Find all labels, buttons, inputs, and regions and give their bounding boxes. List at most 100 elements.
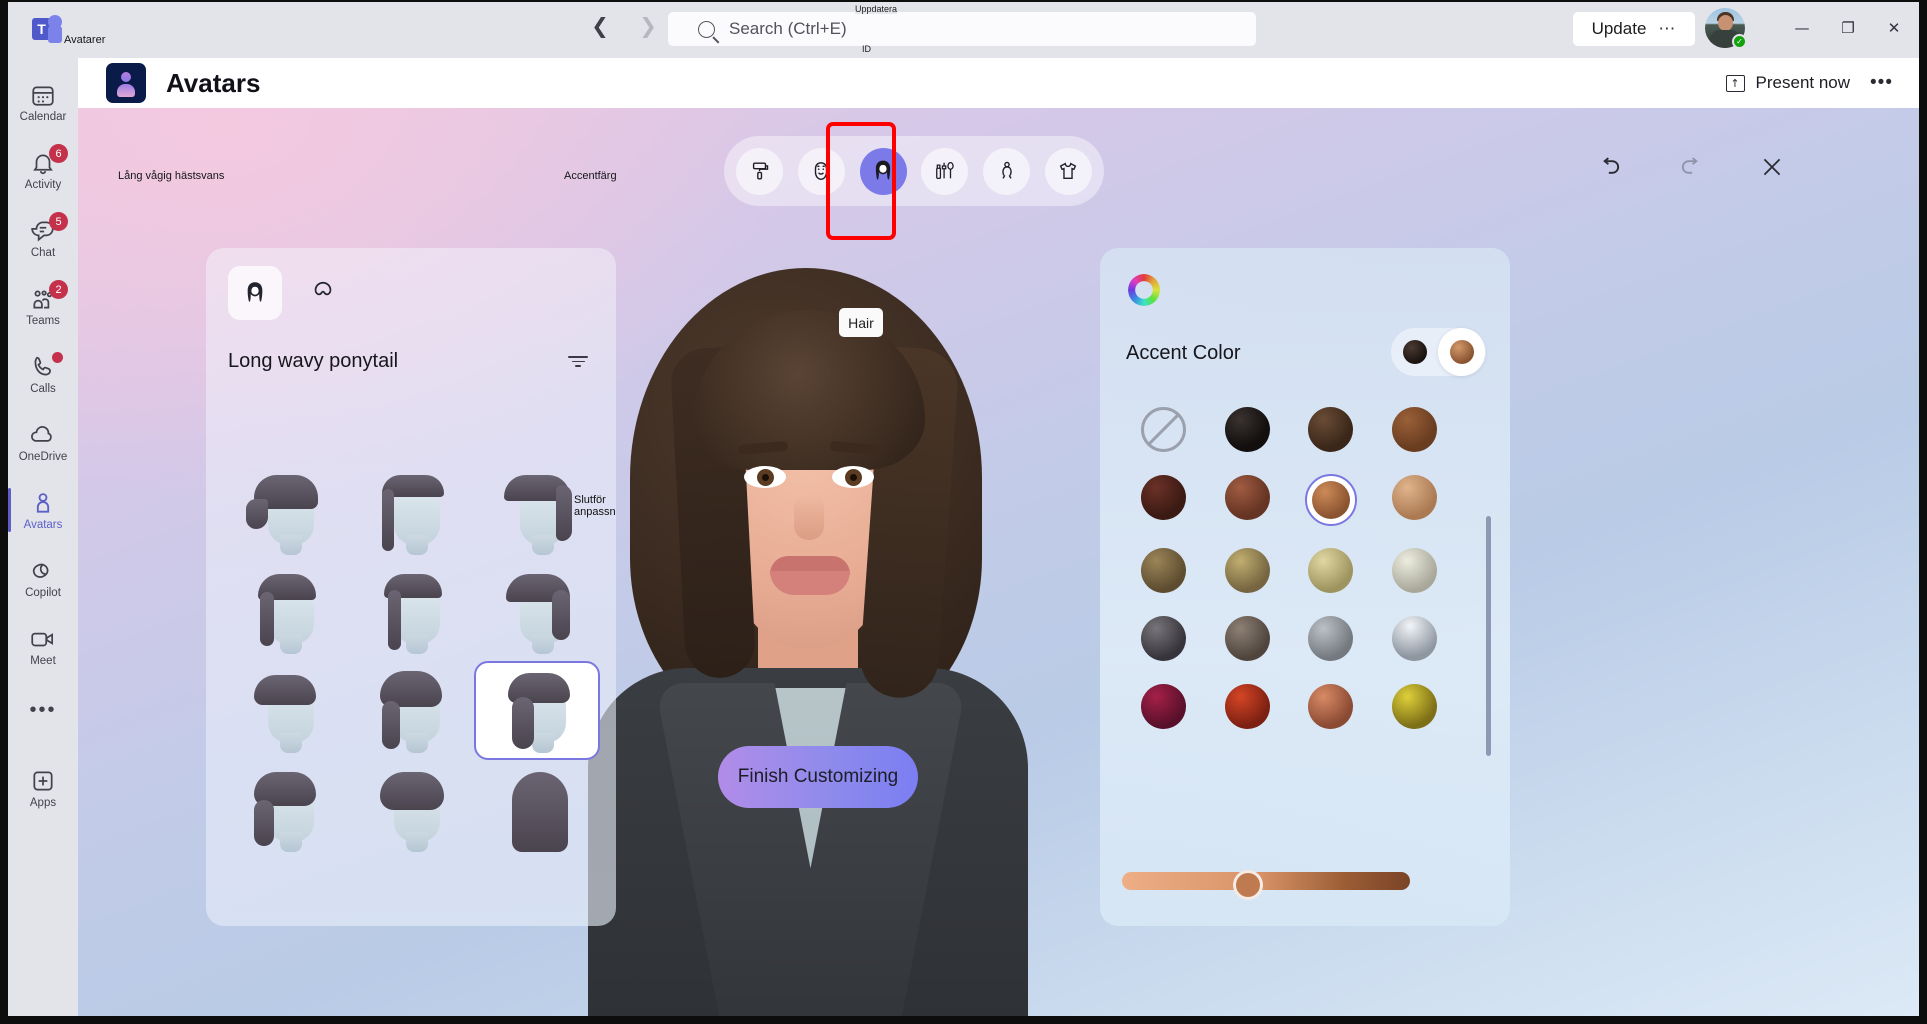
overlay-label-left: Lång vågig hästsvans bbox=[118, 170, 225, 182]
sidebar-item-label: OneDrive bbox=[18, 450, 68, 463]
tab-makeup[interactable] bbox=[921, 147, 969, 195]
list-item-selected[interactable] bbox=[474, 661, 600, 760]
sidebar-item-calendar[interactable]: Calendar bbox=[8, 68, 78, 136]
swatch-light-brown[interactable] bbox=[1380, 474, 1448, 521]
color-wheel-icon[interactable] bbox=[1128, 274, 1160, 306]
accent-color-panel: Accent Color bbox=[1100, 248, 1510, 926]
present-now-button[interactable]: ↑ Present now bbox=[1725, 73, 1850, 93]
finish-customizing-button[interactable]: Finish Customizing bbox=[718, 746, 918, 808]
list-item[interactable] bbox=[222, 364, 348, 386]
cloud-icon bbox=[31, 425, 52, 442]
swatch-dark-blonde[interactable] bbox=[1130, 547, 1198, 594]
tab-background[interactable] bbox=[736, 147, 783, 195]
swatch-silver[interactable] bbox=[1380, 615, 1448, 662]
swatch-red[interactable] bbox=[1213, 683, 1281, 730]
swatch-burgundy[interactable] bbox=[1130, 683, 1198, 730]
swatch-none[interactable] bbox=[1130, 406, 1198, 453]
swatch-light-blonde[interactable] bbox=[1297, 547, 1365, 594]
list-item[interactable] bbox=[474, 562, 600, 661]
shade-slider[interactable] bbox=[1122, 872, 1410, 890]
swatch-dark-brown[interactable] bbox=[1297, 406, 1365, 453]
sidebar-item-label: Calls bbox=[30, 382, 56, 395]
swatch-medium-brown-selected[interactable] bbox=[1304, 474, 1357, 526]
sidebar-item-chat[interactable]: 5 Chat bbox=[8, 204, 78, 272]
swatch-platinum[interactable] bbox=[1380, 547, 1448, 594]
close-icon bbox=[1763, 158, 1781, 176]
header-more-button[interactable]: ••• bbox=[1870, 72, 1899, 94]
person-icon bbox=[36, 492, 50, 513]
close-icon[interactable]: ✕ bbox=[1871, 8, 1917, 48]
header-actions: ↑ Present now ••• bbox=[1725, 58, 1899, 108]
list-item[interactable] bbox=[348, 760, 474, 859]
tab-hairstyle[interactable] bbox=[228, 266, 282, 320]
sidebar-item-avatars[interactable]: Avatars bbox=[8, 476, 78, 544]
sidebar-item-apps[interactable]: Apps bbox=[8, 754, 78, 822]
swatch-gold[interactable] bbox=[1380, 683, 1448, 730]
status-badge-dot bbox=[52, 352, 63, 363]
sidebar-more-button[interactable]: ••• bbox=[8, 680, 78, 740]
list-item[interactable] bbox=[222, 760, 348, 859]
body-icon bbox=[1001, 161, 1012, 179]
stage-actions bbox=[1593, 150, 1789, 184]
undo-button[interactable] bbox=[1593, 150, 1627, 184]
undo-icon bbox=[1603, 157, 1620, 174]
list-item[interactable] bbox=[222, 463, 348, 562]
sidebar-item-copilot[interactable]: Copilot bbox=[8, 544, 78, 612]
sidebar-item-label: Avatars bbox=[23, 518, 63, 531]
search-input[interactable]: Search (Ctrl+E) bbox=[668, 12, 1256, 46]
sidebar-item-onedrive[interactable]: OneDrive bbox=[8, 408, 78, 476]
accent-color-scrollbar[interactable] bbox=[1486, 516, 1491, 756]
close-customizer-button[interactable] bbox=[1755, 150, 1789, 184]
list-item[interactable] bbox=[348, 364, 474, 386]
toggle-accent-color[interactable] bbox=[1438, 328, 1485, 376]
list-item[interactable] bbox=[222, 661, 348, 760]
search-placeholder: Search (Ctrl+E) bbox=[729, 19, 847, 38]
tab-clothing[interactable] bbox=[1044, 147, 1092, 195]
nav-arrows: ❮ ❯ bbox=[586, 12, 662, 40]
swatch-copper[interactable] bbox=[1297, 683, 1365, 730]
restore-icon[interactable]: ❐ bbox=[1825, 8, 1871, 48]
share-screen-icon: ↑ bbox=[1725, 74, 1745, 92]
avatar-preview[interactable] bbox=[588, 238, 1028, 1016]
sidebar-item-label: Activity bbox=[24, 178, 62, 191]
list-item[interactable] bbox=[474, 760, 600, 859]
toggle-base-color[interactable] bbox=[1391, 328, 1438, 376]
tab-body[interactable] bbox=[983, 147, 1031, 195]
sidebar-item-calls[interactable]: Calls bbox=[8, 340, 78, 408]
list-item[interactable] bbox=[348, 463, 474, 562]
sidebar-item-activity[interactable]: 6 Activity bbox=[8, 136, 78, 204]
redo-button[interactable] bbox=[1674, 150, 1708, 184]
sidebar-item-meet[interactable]: Meet bbox=[8, 612, 78, 680]
swatch-grey-brown[interactable] bbox=[1213, 615, 1281, 662]
shade-slider-knob[interactable] bbox=[1233, 870, 1263, 900]
sidebar-item-label: Teams bbox=[26, 314, 60, 327]
list-item[interactable] bbox=[222, 562, 348, 661]
sidebar-item-teams[interactable]: 2 Teams bbox=[8, 272, 78, 340]
search-icon bbox=[698, 20, 715, 38]
list-item[interactable] bbox=[348, 562, 474, 661]
avatar-stage: Lång vågig hästsvans Accentfärg Hair Lon… bbox=[78, 108, 1919, 1016]
update-overlay-label: Uppdatera bbox=[855, 4, 898, 14]
swatch-auburn[interactable] bbox=[1213, 474, 1281, 521]
swatch-deep-auburn[interactable] bbox=[1130, 474, 1198, 521]
color-target-toggle bbox=[1391, 328, 1486, 376]
tab-facial-hair[interactable] bbox=[296, 266, 350, 320]
status-badge: 2 bbox=[49, 280, 68, 299]
sidebar-item-label: Copilot bbox=[25, 586, 61, 599]
swatch-black[interactable] bbox=[1213, 406, 1281, 453]
hairstyle-panel-tabs bbox=[206, 248, 616, 320]
makeup-icon bbox=[935, 162, 954, 179]
minimize-icon[interactable]: — bbox=[1779, 8, 1825, 48]
left-rail: Calendar 6 Activity 5 Chat 2 Teams Calls… bbox=[8, 58, 78, 1016]
back-button[interactable]: ❮ bbox=[586, 12, 614, 40]
list-item[interactable] bbox=[348, 661, 474, 760]
swatch-dark-grey[interactable] bbox=[1130, 615, 1198, 662]
swatch-blonde[interactable] bbox=[1213, 547, 1281, 594]
list-item[interactable] bbox=[474, 364, 600, 386]
swatch-brown[interactable] bbox=[1380, 406, 1448, 453]
ellipsis-icon[interactable]: ⋯ bbox=[1658, 19, 1676, 39]
forward-button[interactable]: ❯ bbox=[634, 12, 662, 40]
update-button[interactable]: Update ⋯ bbox=[1573, 12, 1695, 46]
swatch-grey[interactable] bbox=[1297, 615, 1365, 662]
app-header: Avatars ↑ Present now ••• bbox=[78, 58, 1919, 108]
